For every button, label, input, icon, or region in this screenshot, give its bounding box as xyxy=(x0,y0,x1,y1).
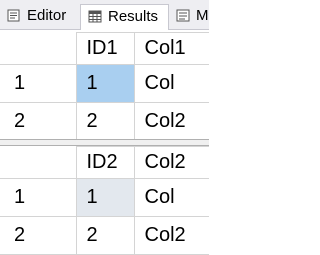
table-row: 1 1 Col xyxy=(0,178,209,217)
column-header[interactable]: Col2 xyxy=(133,146,209,179)
table-row: 2 2 Col2 xyxy=(0,102,209,141)
column-header[interactable]: Col1 xyxy=(133,32,209,65)
result-grid-2: ID2 Col2 1 1 Col 2 2 Col2 xyxy=(0,146,209,255)
tab-editor-label: Editor xyxy=(27,7,67,24)
tab-results-label: Results xyxy=(108,8,159,25)
grid-cell[interactable]: Col xyxy=(133,178,209,217)
tab-messages[interactable]: M xyxy=(169,4,209,30)
row-number[interactable]: 2 xyxy=(0,102,77,141)
tab-messages-label: M xyxy=(196,7,209,24)
results-grid-icon xyxy=(88,10,102,23)
grid-splitter[interactable] xyxy=(0,139,209,146)
grid-cell[interactable]: Col2 xyxy=(133,102,209,141)
row-number[interactable]: 1 xyxy=(0,64,77,103)
grid-cell[interactable]: 2 xyxy=(75,102,135,141)
result-grid-1: ID1 Col1 1 1 Col 2 2 Col2 xyxy=(0,32,209,141)
grid-header-row: ID1 Col1 xyxy=(0,32,209,65)
messages-icon xyxy=(176,9,190,22)
tab-editor[interactable]: Editor xyxy=(0,4,80,30)
column-header[interactable]: ID2 xyxy=(75,146,135,179)
editor-icon xyxy=(7,9,20,22)
grid-cell[interactable]: Col xyxy=(133,64,209,103)
column-header[interactable]: ID1 xyxy=(75,32,135,65)
focused-cell[interactable]: 1 xyxy=(75,178,135,217)
selected-cell[interactable]: 1 xyxy=(75,64,135,103)
grid-corner[interactable] xyxy=(0,146,77,179)
grid-header-row: ID2 Col2 xyxy=(0,146,209,179)
results-tab-bar: Editor Results M xyxy=(0,0,209,30)
tab-results[interactable]: Results xyxy=(80,4,169,30)
row-number[interactable]: 1 xyxy=(0,178,77,217)
grid-corner[interactable] xyxy=(0,32,77,65)
table-row: 1 1 Col xyxy=(0,64,209,103)
